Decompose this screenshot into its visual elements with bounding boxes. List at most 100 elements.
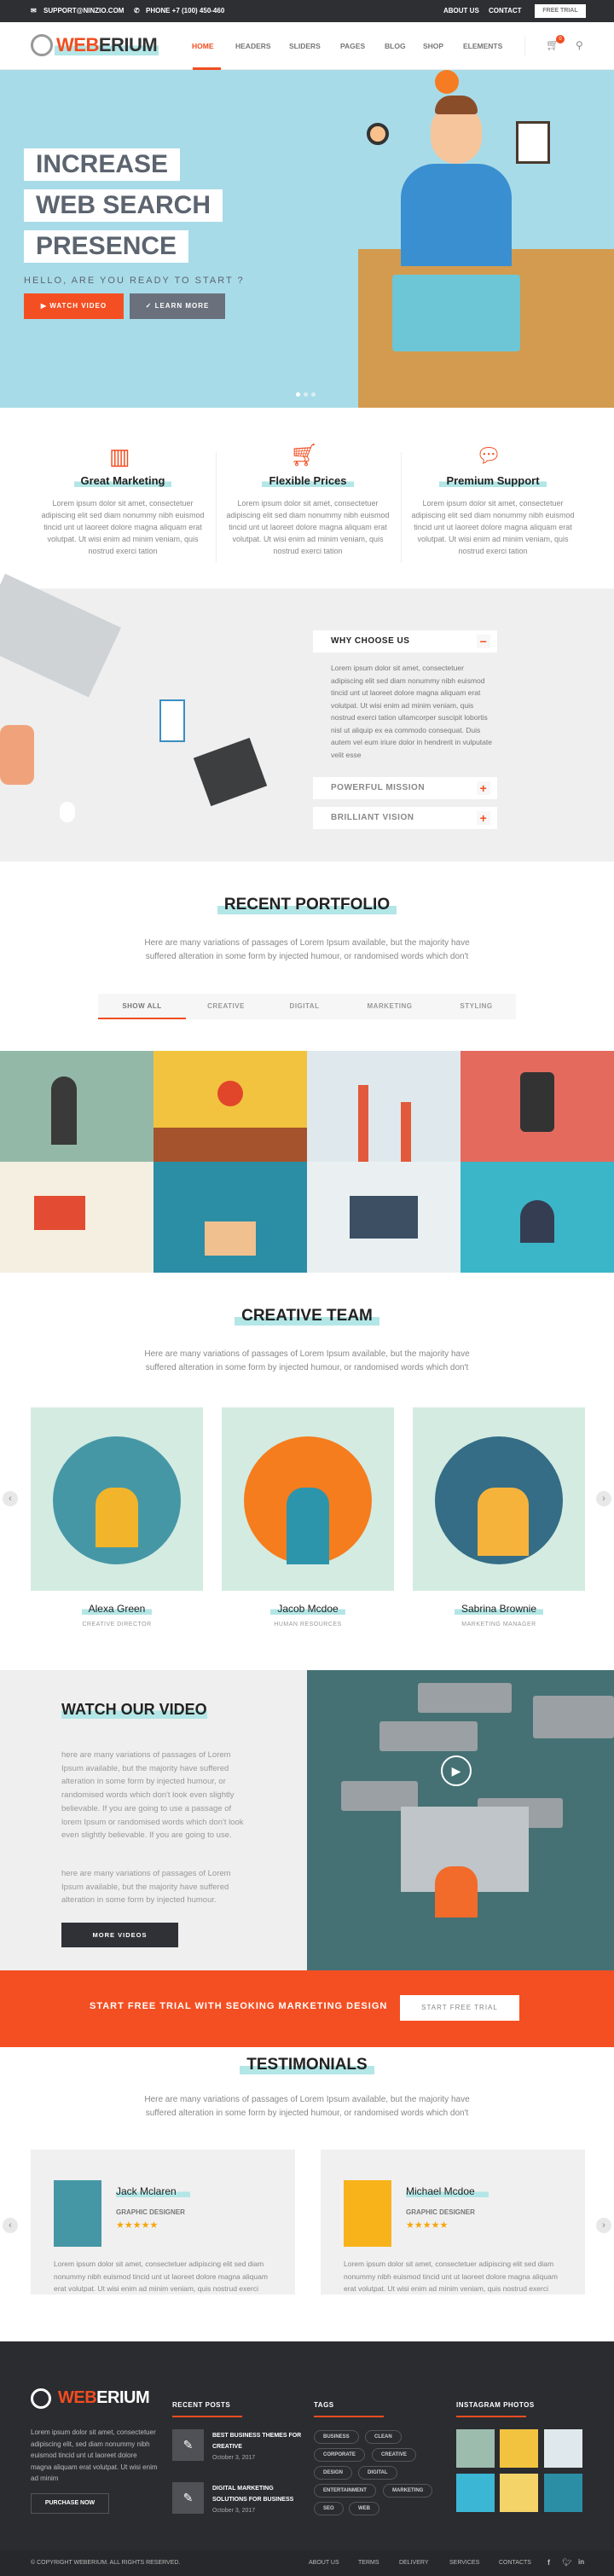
portfolio-item[interactable] [0, 1051, 154, 1162]
pencil-icon: ✎ [172, 2482, 204, 2514]
avatar [344, 2180, 391, 2247]
team-card [222, 1407, 394, 1591]
nav-home[interactable]: HOME [192, 42, 214, 50]
nav-blog[interactable]: BLOG [385, 42, 406, 50]
play-icon: ▶ [40, 302, 50, 310]
recent-post[interactable]: DIGITAL MARKETING SOLUTIONS FOR BUSINESS… [212, 2483, 306, 2516]
portfolio-header: RECENT PORTFOLIO Here are many variations… [144, 896, 470, 961]
portfolio-item[interactable] [307, 1162, 460, 1273]
plus-icon[interactable]: + [477, 811, 490, 825]
tab-marketing[interactable]: MARKETING [343, 994, 437, 1019]
footer-logo[interactable]: WEBERIUM [58, 2388, 150, 2408]
cta-text: START FREE TRIAL WITH SEOKING MARKETING … [90, 2001, 388, 2011]
tag[interactable]: DIGITAL [358, 2466, 397, 2480]
target-logo-icon [31, 2388, 51, 2409]
phone-number: PHONE +7 (100) 450-460 [146, 7, 225, 15]
instagram-photo[interactable] [544, 2474, 582, 2512]
tag[interactable]: ENTERTAINMENT [314, 2484, 376, 2498]
instagram-photo[interactable] [500, 2474, 538, 2512]
hair-illustration [435, 96, 478, 114]
nav-headers[interactable]: HEADERS [235, 42, 271, 50]
support-email[interactable]: SUPPORT@NINZIO.COM [43, 7, 124, 15]
footer-link-delivery[interactable]: DELIVERY [399, 2560, 429, 2566]
twitter-icon[interactable]: 🐦︎ [562, 2558, 571, 2567]
purchase-now-button[interactable]: PURCHASE NOW [31, 2493, 109, 2514]
prev-arrow[interactable]: ‹ [3, 1491, 18, 1506]
laptop-illustration [0, 573, 121, 698]
calculator-illustration [193, 737, 268, 807]
tag[interactable]: CLEAN [365, 2430, 402, 2444]
person-illustration [401, 164, 512, 266]
tab-digital[interactable]: DIGITAL [266, 994, 343, 1019]
minus-icon[interactable]: − [477, 635, 490, 648]
tag[interactable]: SEO [314, 2502, 344, 2515]
phone-icon: ✆ [134, 7, 140, 15]
footer: WEBERIUM Lorem ipsum dolor sit amet, con… [0, 2341, 614, 2550]
tag[interactable]: MARKETING [383, 2484, 433, 2498]
start-free-trial-button[interactable]: START FREE TRIAL [400, 1995, 519, 2021]
contact-link[interactable]: CONTACT [489, 7, 522, 15]
tag[interactable]: DESIGN [314, 2466, 353, 2480]
next-arrow[interactable]: › [596, 1491, 611, 1506]
recent-post[interactable]: BEST BUSINESS THEMES FOR CREATIVE October… [212, 2430, 306, 2463]
play-icon[interactable]: ▶ [441, 1755, 472, 1786]
tag[interactable]: CREATIVE [372, 2448, 416, 2462]
about-link[interactable]: ABOUT US [443, 7, 479, 15]
copyright: © COPYRIGHT WEBERIUM. ALL RIGHTS RESERVE… [31, 2560, 181, 2566]
lightbulb-illustration [435, 70, 459, 94]
learn-more-button[interactable]: ✓ LEARN MORE [130, 293, 225, 319]
footer-link-contacts[interactable]: CONTACTS [499, 2560, 531, 2566]
prev-arrow[interactable]: ‹ [3, 2218, 18, 2233]
tab-show-all[interactable]: SHOW ALL [98, 994, 186, 1019]
footer-link-services[interactable]: SERVICES [449, 2560, 479, 2566]
nav-pages[interactable]: PAGES [340, 42, 365, 50]
clipboard-illustration [516, 121, 550, 164]
portfolio-item[interactable] [154, 1051, 307, 1162]
free-trial-button[interactable]: FREE TRIAL [535, 4, 586, 18]
portfolio-filter-tabs: SHOW ALL CREATIVE DIGITAL MARKETING STYL… [98, 994, 516, 1019]
linkedin-icon[interactable]: in [578, 2558, 584, 2566]
nav-divider [524, 36, 525, 56]
watch-video-button[interactable]: ▶ WATCH VIDEO [24, 293, 124, 319]
logo[interactable]: WEBERIUM [55, 34, 159, 56]
instagram-photo[interactable] [500, 2429, 538, 2468]
hand-illustration [0, 725, 34, 785]
search-icon[interactable]: ⚲ [576, 39, 583, 51]
target-logo-icon [31, 34, 53, 56]
slide-dot-2[interactable] [304, 392, 308, 397]
portfolio-item[interactable] [460, 1051, 614, 1162]
tab-styling[interactable]: STYLING [437, 994, 516, 1019]
mouse-illustration [60, 802, 75, 822]
tag[interactable]: BUSINESS [314, 2430, 359, 2444]
tag[interactable]: WEB [349, 2502, 379, 2515]
accordion-powerful-mission[interactable]: POWERFUL MISSION + [313, 777, 497, 799]
facebook-icon[interactable]: f [547, 2558, 550, 2567]
footer-link-terms[interactable]: TERMS [358, 2560, 379, 2566]
nav-elements[interactable]: ELEMENTS [463, 42, 502, 50]
accordion-why-choose-us[interactable]: WHY CHOOSE US − [313, 630, 497, 653]
footer-link-about[interactable]: ABOUT US [309, 2560, 339, 2566]
nav-shop[interactable]: SHOP [423, 42, 443, 50]
slide-dot-1[interactable] [296, 392, 300, 397]
accordion-brilliant-vision[interactable]: BRILLIANT VISION + [313, 807, 497, 829]
nav-sliders[interactable]: SLIDERS [289, 42, 321, 50]
instagram-photo[interactable] [456, 2474, 495, 2512]
portfolio-item[interactable] [0, 1162, 154, 1273]
portfolio-item[interactable] [154, 1162, 307, 1273]
more-videos-button[interactable]: MORE VIDEOS [61, 1923, 178, 1947]
avatar [53, 1436, 181, 1564]
testimonials-header: TESTIMONIALS Here are many variations of … [144, 2056, 470, 2118]
slide-dot-3[interactable] [311, 392, 316, 397]
next-arrow[interactable]: › [596, 2218, 611, 2233]
video-thumbnail[interactable]: ▶ [307, 1670, 614, 1970]
feature-card: Great Marketing Lorem ipsum dolor sit ame… [41, 474, 205, 555]
team-card [413, 1407, 585, 1591]
plus-icon[interactable]: + [477, 781, 490, 795]
tag[interactable]: CORPORATE [314, 2448, 365, 2462]
tab-creative[interactable]: CREATIVE [186, 994, 266, 1019]
instagram-photo[interactable] [456, 2429, 495, 2468]
instagram-photo[interactable] [544, 2429, 582, 2468]
hero-title-line-3: PRESENCE [24, 230, 189, 263]
portfolio-item[interactable] [460, 1162, 614, 1273]
portfolio-item[interactable] [307, 1051, 460, 1162]
